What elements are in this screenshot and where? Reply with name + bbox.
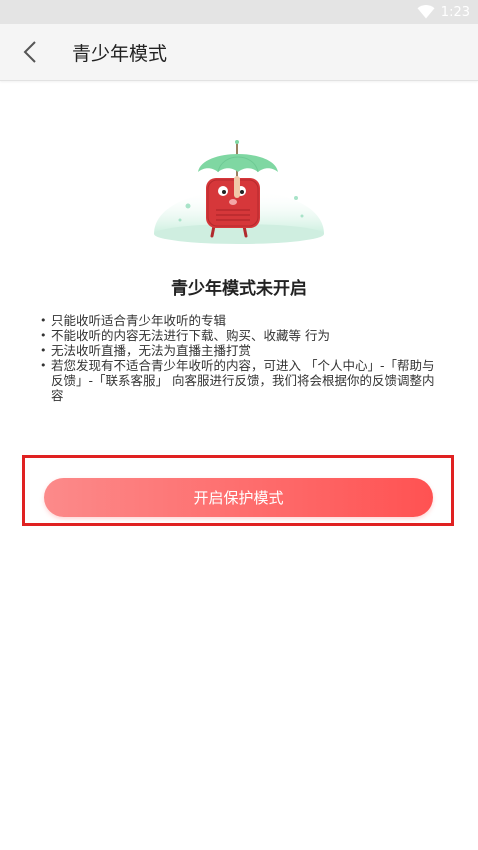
list-item: 只能收听适合青少年收听的专辑 — [38, 313, 443, 328]
wifi-icon — [417, 5, 435, 19]
status-bar: 1:23 — [0, 0, 478, 24]
page-title: 青少年模式 — [72, 43, 168, 65]
list-item: 若您发现有不适合青少年收听的内容，可进入 「个人中心」-「帮助与反馈」-「联系客… — [38, 358, 443, 403]
chevron-left-icon — [23, 41, 36, 63]
back-button[interactable] — [12, 34, 48, 70]
list-item: 无法收听直播，无法为直播主播打赏 — [38, 343, 443, 358]
mode-status-heading: 青少年模式未开启 — [171, 279, 307, 299]
status-icons: 1:23 — [417, 3, 470, 21]
status-time: 1:23 — [440, 4, 470, 20]
umbrella-mascot-illustration — [154, 140, 324, 244]
rules-list: 只能收听适合青少年收听的专辑 不能收听的内容无法进行下载、购买、收藏等 行为 无… — [38, 313, 443, 403]
enable-protection-button[interactable]: 开启保护模式 — [44, 478, 433, 517]
app-bar: 青少年模式 — [0, 24, 478, 81]
list-item: 不能收听的内容无法进行下载、购买、收藏等 行为 — [38, 328, 443, 343]
